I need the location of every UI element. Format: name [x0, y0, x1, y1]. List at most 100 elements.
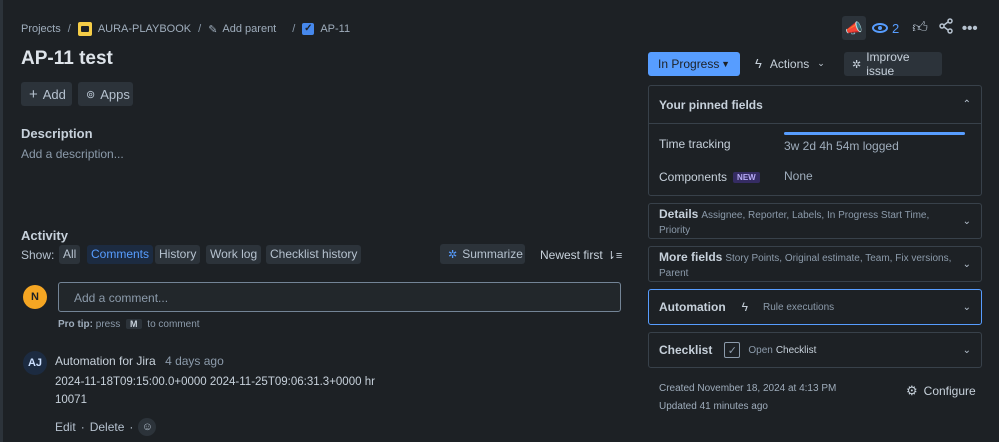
- comment-author-avatar[interactable]: AJ: [23, 351, 47, 375]
- comment-edit-link[interactable]: Edit: [55, 420, 76, 434]
- actions-button[interactable]: ϟ Actions ⌄: [755, 56, 825, 71]
- time-tracking-label: Time tracking: [659, 137, 731, 151]
- add-parent-link[interactable]: Add parent: [222, 23, 276, 35]
- breadcrumb-issue-key[interactable]: AP-11: [320, 23, 350, 35]
- description-heading: Description: [21, 126, 93, 141]
- pinned-fields-header[interactable]: Your pinned fields ⌃: [649, 86, 981, 124]
- left-edge-divider: [0, 0, 3, 442]
- chevron-down-icon: ▼: [721, 59, 730, 69]
- comment-delete-link[interactable]: Delete: [90, 420, 125, 434]
- new-badge: NEW: [733, 171, 760, 183]
- more-fields-title: More fields: [659, 250, 723, 264]
- comment-line-2: 10071: [55, 394, 87, 406]
- components-label-row: Components NEW: [659, 170, 760, 184]
- tab-checklist-history[interactable]: Checklist history: [266, 245, 362, 264]
- comment-author[interactable]: Automation for Jira: [55, 354, 156, 368]
- time-tracking-fill: [784, 132, 965, 135]
- chevron-down-icon: ⌄: [962, 258, 971, 270]
- pinned-fields-title: Your pinned fields: [659, 97, 763, 112]
- comment-time: 4 days ago: [165, 354, 224, 368]
- tab-comments[interactable]: Comments: [87, 245, 154, 264]
- sort-icon: ⇂≡: [606, 249, 623, 262]
- components-value[interactable]: None: [784, 169, 813, 183]
- summarize-button[interactable]: ✲ Summarize: [440, 244, 525, 264]
- breadcrumb-projects[interactable]: Projects: [21, 23, 61, 35]
- automation-panel[interactable]: Automation ϟ Rule executions ⌄: [648, 289, 982, 325]
- project-icon: [77, 22, 92, 36]
- time-tracking-value: 3w 2d 4h 54m logged: [784, 139, 899, 153]
- add-button[interactable]: + Add: [21, 82, 72, 106]
- add-reaction-icon[interactable]: ☺: [138, 418, 157, 436]
- checklist-panel[interactable]: Checklist ✓ Open Checklist ⌄: [648, 332, 982, 368]
- status-button[interactable]: In Progress ▼: [648, 52, 740, 76]
- sort-button[interactable]: Newest first ⇂≡: [540, 248, 622, 262]
- components-label: Components: [659, 170, 728, 184]
- tab-all[interactable]: All: [59, 245, 81, 264]
- comment-input[interactable]: Add a comment...: [58, 282, 621, 312]
- breadcrumb-separator: /: [198, 23, 202, 35]
- apps-icon: ⊚: [86, 88, 96, 101]
- summarize-label: Summarize: [462, 247, 523, 261]
- updated-date: Updated 41 minutes ago: [659, 401, 768, 412]
- actions-label: Actions: [769, 56, 810, 71]
- add-button-label: Add: [42, 86, 66, 102]
- issue-top-actions: 📣 2 👍︎ •••: [842, 16, 978, 40]
- thumbs-up-icon[interactable]: 👍︎: [912, 19, 928, 37]
- pencil-icon: ✎: [208, 23, 218, 36]
- share-icon[interactable]: [938, 18, 954, 38]
- checklist-word: Checklist: [775, 344, 817, 356]
- comment-actions: Edit · Delete · ☺: [55, 418, 157, 436]
- automation-title: Automation: [659, 300, 726, 314]
- chevron-down-icon: ⌄: [817, 58, 825, 68]
- improve-issue-button[interactable]: ✲ Improve issue: [844, 50, 942, 78]
- improve-issue-label: Improve issue: [866, 50, 910, 78]
- sparkle-icon: ✲: [448, 248, 458, 261]
- sort-label: Newest first: [540, 248, 603, 262]
- megaphone-icon[interactable]: 📣: [842, 16, 866, 40]
- eye-icon: [872, 23, 888, 33]
- description-placeholder[interactable]: Add a description...: [21, 147, 124, 161]
- comment-line-1: 2024-11-18T09:15:00.0+0000 2024-11-25T09…: [55, 376, 375, 388]
- issue-title[interactable]: AP-11 test: [21, 48, 113, 70]
- pro-tip-prefix: Pro tip:: [58, 319, 93, 330]
- activity-heading: Activity: [21, 228, 68, 243]
- more-fields-panel[interactable]: More fields Story Points, Original estima…: [648, 246, 982, 282]
- details-panel[interactable]: Details Assignee, Reporter, Labels, In Pr…: [648, 203, 982, 239]
- chevron-down-icon: ⌄: [962, 344, 971, 356]
- current-user-avatar[interactable]: N: [23, 285, 47, 309]
- details-sub: Assignee, Reporter, Labels, In Progress …: [659, 210, 930, 236]
- tab-work-log[interactable]: Work log: [206, 245, 262, 264]
- watch-count: 2: [892, 20, 900, 36]
- breadcrumb-separator: /: [292, 23, 296, 35]
- breadcrumb: Projects / AURA-PLAYBOOK / ✎ Add parent …: [21, 20, 350, 38]
- automation-sub: Rule executions: [763, 301, 835, 313]
- gear-icon: ⚙: [906, 383, 918, 398]
- task-type-icon: ✓: [302, 23, 315, 35]
- apps-button-label: Apps: [100, 86, 130, 102]
- pro-tip-key: M: [126, 319, 142, 329]
- comment-header: Automation for Jira 4 days ago: [55, 354, 224, 368]
- breadcrumb-separator: /: [67, 23, 71, 35]
- chevron-down-icon: ⌄: [962, 301, 971, 313]
- apps-button[interactable]: ⊚ Apps: [78, 82, 133, 106]
- lightning-icon: ϟ: [755, 56, 762, 71]
- pinned-fields-panel: Your pinned fields ⌃ Time tracking 3w 2d…: [648, 85, 982, 196]
- pro-tip-press: press: [95, 319, 121, 330]
- tab-history[interactable]: History: [155, 245, 201, 264]
- show-label: Show:: [21, 248, 55, 262]
- more-icon[interactable]: •••: [962, 20, 978, 37]
- comment-separator: ·: [80, 420, 85, 434]
- status-label: In Progress: [658, 57, 720, 71]
- chevron-down-icon: ⌄: [962, 215, 971, 227]
- watch-button[interactable]: 2: [872, 21, 899, 36]
- pro-tip-suffix: to comment: [147, 319, 200, 330]
- chevron-up-icon: ⌃: [962, 99, 971, 110]
- time-tracking-bar[interactable]: [784, 132, 965, 135]
- configure-label: Configure: [923, 384, 976, 398]
- breadcrumb-project[interactable]: AURA-PLAYBOOK: [98, 23, 191, 35]
- comment-separator: ·: [129, 420, 134, 434]
- created-date: Created November 18, 2024 at 4:13 PM: [659, 383, 837, 394]
- configure-button[interactable]: ⚙ Configure: [906, 383, 976, 399]
- checkbox-icon: ✓: [724, 342, 741, 358]
- sparkle-icon: ✲: [852, 58, 862, 71]
